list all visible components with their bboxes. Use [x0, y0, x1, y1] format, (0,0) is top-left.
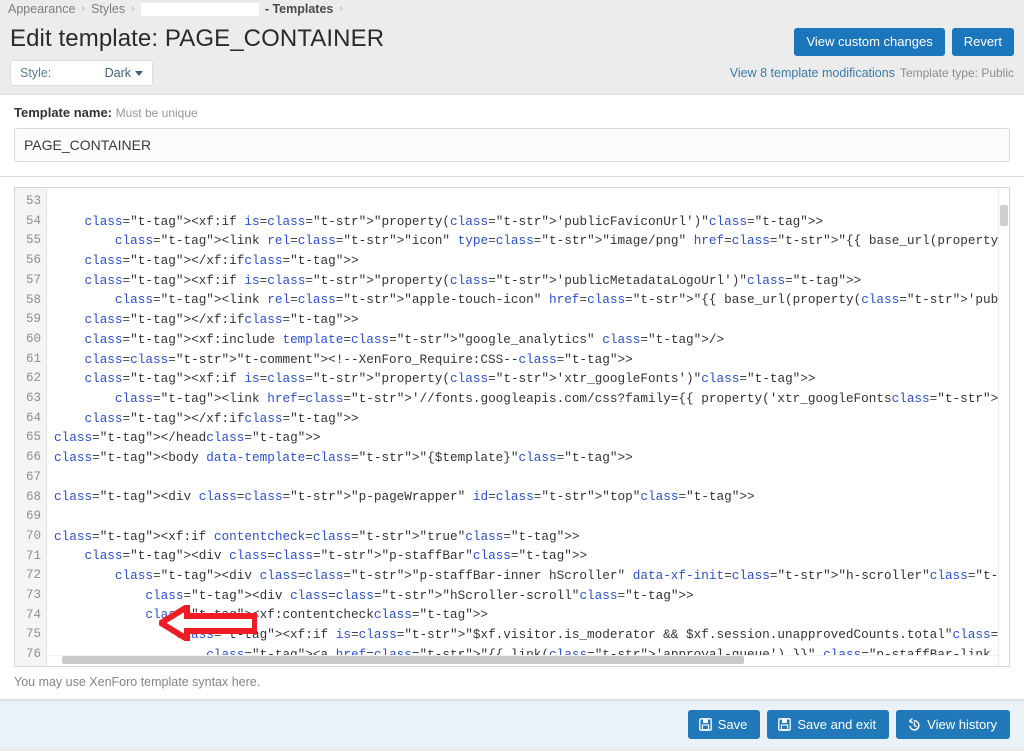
editor-horizontal-scrollbar[interactable]	[48, 655, 998, 666]
breadcrumb-separator-icon: ›	[81, 3, 86, 15]
editor-line-number: 72	[25, 568, 41, 583]
editor-line[interactable]: class="t-tag"><div class=class="t-str">"…	[54, 586, 1009, 606]
history-icon	[907, 717, 921, 732]
editor-line-number: 54	[25, 213, 41, 228]
editor-line-number: 63	[25, 391, 41, 406]
editor-vertical-scrollbar-thumb[interactable]	[1000, 205, 1008, 226]
editor-line[interactable]: class=class="t-str">"t-comment"><!--XenF…	[54, 350, 1009, 370]
editor-line[interactable]: class="t-tag"><body data-template=class=…	[54, 448, 1009, 468]
editor-line[interactable]: class="t-tag"><xf:if is=class="t-str">"$…	[54, 625, 1009, 645]
editor-line-number: 65	[25, 430, 41, 445]
editor-line[interactable]	[54, 192, 1009, 212]
editor-line-number: 74	[25, 607, 41, 622]
editor-line-number: 60	[25, 331, 41, 346]
editor-line[interactable]: class="t-tag"></xf:ifclass="t-tag">>	[54, 310, 1009, 330]
editor-line[interactable]	[54, 507, 1009, 527]
editor-line-number: 76	[25, 647, 41, 662]
code-editor[interactable]: 53 54 55 56 57 58 59 60 61 62 63 64 65 66 67 68 69 70 71 72…	[14, 187, 1010, 667]
breadcrumb-item-appearance[interactable]: Appearance	[8, 2, 75, 16]
view-custom-changes-button[interactable]: View custom changes	[794, 28, 945, 56]
view-template-modifications-link[interactable]: View 8 template modifications	[730, 66, 895, 80]
editor-line[interactable]: class="t-tag"><xf:if is=class="t-str">"p…	[54, 212, 1009, 232]
subheader-row: Style: Dark View 8 template modification…	[0, 56, 1024, 94]
save-button[interactable]: Save	[687, 710, 761, 739]
page-header: Edit template: PAGE_CONTAINER View custo…	[0, 18, 1024, 56]
template-type-label: Template type: Public	[899, 66, 1014, 80]
editor-line[interactable]: class="t-tag"></xf:ifclass="t-tag">>	[54, 409, 1009, 429]
editor-vertical-scrollbar[interactable]	[998, 188, 1009, 666]
style-selector-value-text: Dark	[104, 66, 131, 80]
breadcrumb-item-styles[interactable]: Styles	[91, 2, 125, 16]
breadcrumb-item-redacted	[140, 2, 259, 16]
save-and-exit-button[interactable]: Save and exit	[767, 710, 890, 739]
editor-code-area[interactable]: class="t-tag"><xf:if is=class="t-str">"p…	[47, 188, 1009, 666]
view-history-button-label: View history	[927, 717, 997, 732]
editor-line[interactable]: class="t-tag"><link rel=class="t-str">"a…	[54, 290, 1009, 310]
editor-line[interactable]: class="t-tag"><link rel=class="t-str">"i…	[54, 231, 1009, 251]
view-history-button[interactable]: View history	[896, 710, 1010, 739]
editor-footer-note: You may use XenForo template syntax here…	[0, 667, 1024, 700]
editor-line[interactable]: class="t-tag"><div class=class="t-str">"…	[54, 487, 1009, 507]
editor-line[interactable]: class="t-tag"><xf:if is=class="t-str">"p…	[54, 271, 1009, 291]
editor-line[interactable]: class="t-tag"><div class=class="t-str">"…	[54, 546, 1009, 566]
template-name-label: Template name: Must be unique	[14, 105, 1010, 120]
template-name-label-text: Template name:	[14, 105, 113, 120]
editor-line-number: 70	[25, 528, 41, 543]
editor-line-number: 55	[25, 233, 41, 248]
breadcrumb-separator-icon: ›	[131, 3, 135, 15]
page-title: Edit template: PAGE_CONTAINER	[10, 25, 385, 52]
editor-line-number: 67	[25, 469, 41, 484]
editor-line-number: 58	[25, 292, 41, 307]
editor-line-number: 73	[25, 588, 41, 603]
editor-line[interactable]: class="t-tag"><xf:contentcheckclass="t-t…	[54, 605, 1009, 625]
template-editor-wrapper: 53 54 55 56 57 58 59 60 61 62 63 64 65 66 67 68 69 70 71 72…	[0, 177, 1024, 667]
template-form-card: Template name: Must be unique	[0, 94, 1024, 177]
save-button-label: Save	[717, 717, 748, 732]
save-icon	[698, 718, 712, 731]
editor-line-numbers: 53 54 55 56 57 58 59 60 61 62 63 64 65 66 67 68 69 70 71 72…	[15, 188, 47, 666]
editor-line[interactable]: class="t-tag"><link href=class="t-str">'…	[54, 389, 1009, 409]
editor-line[interactable]	[54, 468, 1009, 488]
header-button-group: View custom changes Revert	[794, 24, 1014, 56]
editor-line-number: 66	[25, 450, 41, 465]
save-and-exit-button-label: Save and exit	[797, 717, 877, 732]
editor-line-number: 59	[25, 312, 41, 327]
style-selector-value: Dark	[105, 66, 143, 80]
style-selector[interactable]: Style: Dark	[10, 60, 153, 86]
breadcrumb: Appearance › Styles › - Templates ›	[0, 0, 1024, 18]
editor-line-number: 68	[25, 489, 41, 504]
editor-horizontal-scrollbar-thumb[interactable]	[62, 656, 744, 664]
editor-line-number: 57	[25, 272, 41, 287]
editor-line[interactable]: class="t-tag"></xf:ifclass="t-tag">>	[54, 251, 1009, 271]
editor-line-number: 71	[25, 548, 41, 563]
editor-line[interactable]: class="t-tag"><xf:include template=class…	[54, 330, 1009, 350]
style-selector-label: Style:	[20, 66, 52, 80]
editor-line-number: 64	[25, 410, 41, 425]
subheader-meta: View 8 template modifications Template t…	[730, 66, 1014, 80]
editor-line-number: 69	[25, 509, 41, 524]
editor-line-number: 56	[25, 253, 41, 268]
template-name-hint: Must be unique	[115, 106, 198, 120]
editor-line[interactable]: class="t-tag"></headclass="t-tag">>	[54, 428, 1009, 448]
editor-line-number: 53	[25, 194, 41, 208]
revert-button[interactable]: Revert	[951, 28, 1014, 56]
editor-line-number: 62	[25, 371, 41, 386]
form-action-bar: Save Save and exit View history	[0, 700, 1024, 748]
editor-line[interactable]: class="t-tag"><xf:if contentcheck=class=…	[54, 527, 1009, 547]
editor-line-number: 75	[25, 627, 41, 642]
editor-line-number: 61	[25, 351, 41, 366]
breadcrumb-separator-icon: ›	[339, 3, 344, 15]
editor-line[interactable]: class="t-tag"><div class=class="t-str">"…	[54, 566, 1009, 586]
editor-line-number: 77	[15, 665, 46, 666]
template-name-input[interactable]	[14, 128, 1010, 162]
breadcrumb-item-templates[interactable]: - Templates	[265, 2, 334, 16]
editor-line[interactable]: class="t-tag"><xf:if is=class="t-str">"p…	[54, 369, 1009, 389]
chevron-down-icon	[135, 70, 143, 76]
save-icon	[778, 718, 792, 731]
